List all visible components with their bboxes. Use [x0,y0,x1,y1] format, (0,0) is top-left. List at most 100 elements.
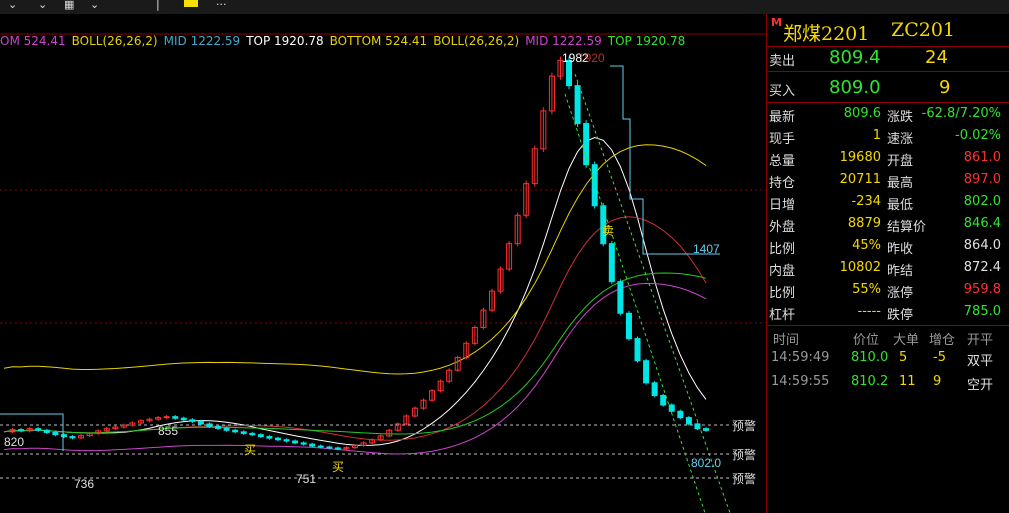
sell-marker: 卖 [602,224,615,238]
stat-value: 861.0 [963,150,1001,165]
candle [677,410,684,419]
more-icon[interactable]: ··· [216,0,227,10]
indicator-item: TOP 1920.78 [246,34,324,48]
alert-label-1[interactable]: 预警 [732,417,756,434]
stat-label: 最低 [887,198,914,213]
stat-label: 昨结 [887,264,914,279]
candle [274,437,281,441]
stat-value: -234 [851,194,881,209]
tick-cell: 双平 [967,354,994,369]
tick-cell: 9 [933,374,942,389]
candle [309,443,316,447]
stat-label: 持仓 [769,176,796,191]
line-tool-icon[interactable]: | [156,0,160,10]
level-1407-line [610,65,720,255]
stat-value: 959.8 [963,282,1001,297]
toolbar: ⌄ ⌄ ▦ ⌄ | ··· [0,0,1009,14]
stat-label: 现手 [769,132,796,147]
tick-cell: -5 [933,350,946,365]
alert-label-3[interactable]: 预警 [732,470,756,487]
candle [257,434,264,438]
candle [326,446,333,449]
stat-value: 864.0 [963,238,1001,253]
alert-label-2[interactable]: 预警 [732,446,756,463]
candle [703,428,709,431]
contract-title: 郑煤2201 [783,23,870,45]
stat-value: 897.0 [963,172,1001,187]
stat-label: 速涨 [887,132,914,147]
price-855-label: 855 [158,424,179,438]
candle [617,281,624,314]
candle [232,429,239,433]
chevron-down-icon[interactable]: ⌄ [8,0,17,10]
stat-value: 802.0 [963,194,1001,209]
ma-red-line [3,216,707,441]
indicator-item: BOLL(26,26,2) [71,34,158,48]
candle [283,439,290,442]
candle [35,428,42,431]
indicator-item: OM 524.41 [0,34,66,48]
indicator-item: TOP 1920.78 [607,34,686,48]
stat-label: 最高 [887,176,914,191]
candle [685,417,692,425]
kline-chart-svg [0,33,766,513]
stat-label: 昨收 [887,242,914,257]
stat-value: 846.4 [963,216,1001,231]
candle [223,427,230,431]
grid-icon[interactable]: ▦ [64,0,74,10]
buy-marker: 买 [244,443,257,457]
stat-label: 日增 [769,198,796,213]
stat-value: -0.02% [955,128,1001,143]
tick-cell: 5 [899,350,908,365]
chevron-down-icon[interactable]: ⌄ [90,0,99,10]
stat-value: 872.4 [963,260,1001,275]
stat-label: 涨停 [887,286,914,301]
candle [643,360,650,384]
candle [43,429,50,433]
candle [52,431,59,436]
stat-value: 45% [852,238,881,253]
boll-top-line [3,144,707,375]
quote-panel: M 郑煤2201 ZC201 卖出 809.4 24 买入 809.0 9 最新… [766,14,1009,513]
high-ghost-label: 1920 [578,51,605,65]
indicator-item: BOLL(26,26,2) [433,34,520,48]
candle [189,419,196,422]
buy-volume: 9 [939,77,951,98]
candle [651,382,658,396]
candle [266,436,273,439]
last-price-label: 802.0 [691,456,722,470]
tick-cell: 空开 [967,378,994,393]
candle [334,447,341,450]
candle [206,423,213,427]
tick-cell: 810.0 [851,350,889,365]
price-820-label: 820 [4,435,25,449]
candle [18,429,25,432]
candle [215,425,222,429]
stat-label: 杠杆 [769,308,796,323]
stat-label: 外盘 [769,220,796,235]
candle [300,442,307,445]
quote-header: M 郑煤2201 ZC201 [767,14,1009,47]
indicator-item: MID 1222.59 [525,34,602,48]
candle [249,432,256,436]
sell-row: 卖出 809.4 24 [769,47,948,69]
kline-chart[interactable]: OM 524.41 BOLL(26,26,2) MID 1222.59 TOP 192… [0,14,766,513]
stat-label: 内盘 [769,264,796,279]
stat-value: -62.8/7.20% [921,106,1001,121]
buy-price: 809.0 [829,77,881,98]
stat-label: 开盘 [887,154,914,169]
stat-value: 19680 [839,150,881,165]
sell-volume: 24 [925,47,948,68]
stat-value: 1 [872,128,881,143]
color-swatch-icon[interactable] [184,0,198,7]
stat-label: 跌停 [887,308,914,323]
sell-price: 809.4 [829,47,881,68]
chevron-down-icon[interactable]: ⌄ [38,0,47,10]
ticks-header: 时间 价位 大单 增仓 开平 [773,333,994,348]
candle [317,445,324,448]
candle [660,394,667,406]
candle [292,440,299,444]
tick-cell: 14:59:55 [771,374,830,389]
market-flag: M [771,16,782,29]
stat-value: 785.0 [963,304,1001,319]
